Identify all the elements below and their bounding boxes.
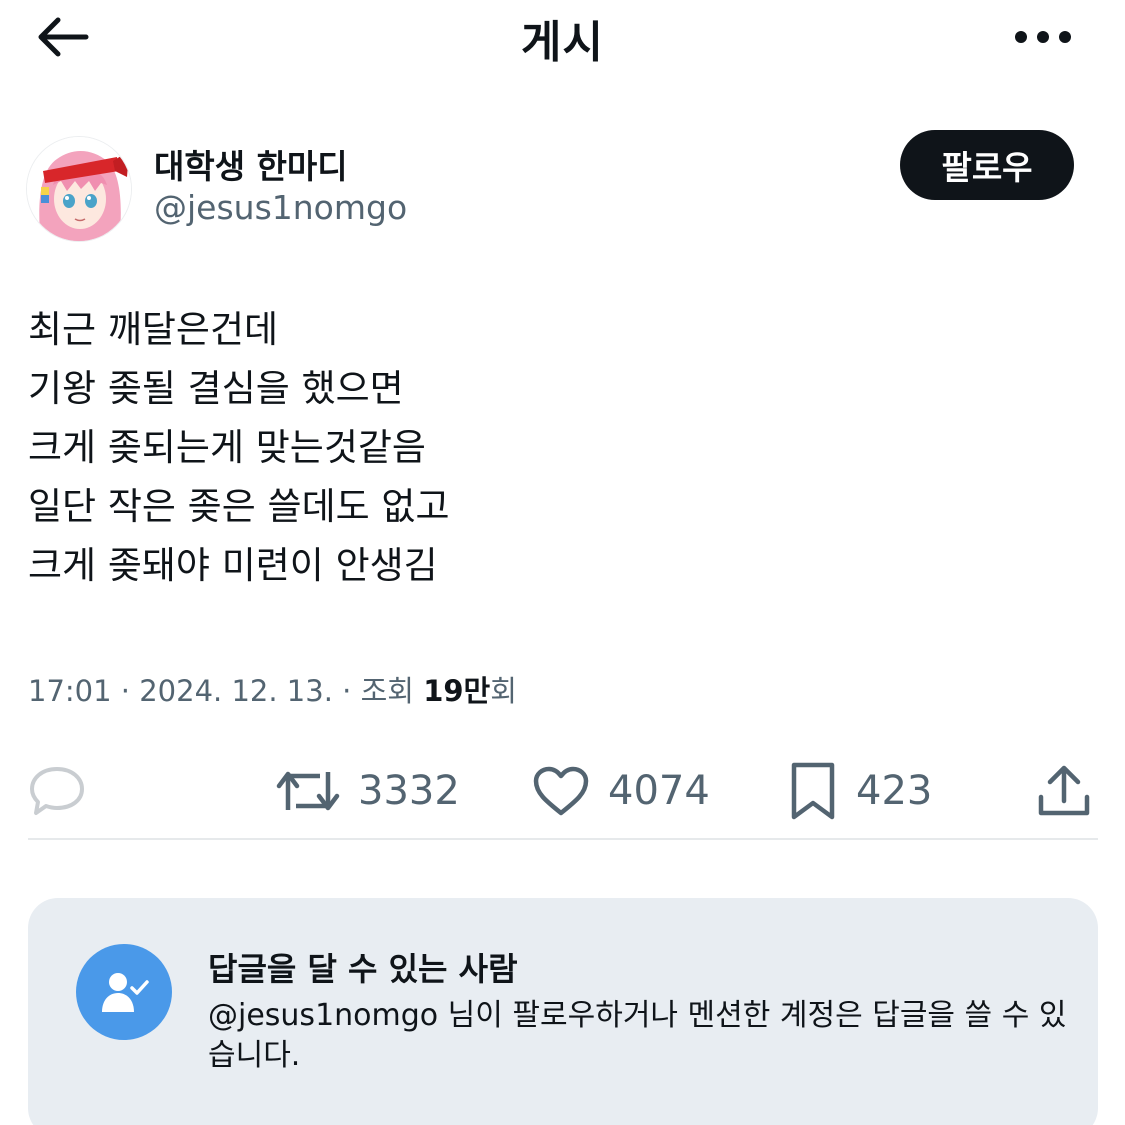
- post-text-line: 크게 좆되는게 맞는것같음: [28, 426, 426, 469]
- reply-permission-badge: [76, 944, 172, 1040]
- reply-restriction-description: @jesus1nomgo 님이 팔로우하거나 멘션한 계정은 답글을 쓸 수 있…: [208, 998, 1067, 1073]
- repost-button[interactable]: 3332: [276, 750, 460, 832]
- bookmark-icon: [791, 762, 835, 820]
- reply-button[interactable]: [28, 750, 86, 832]
- action-bar: 3332 4074 423: [0, 750, 1125, 832]
- share-icon: [1038, 765, 1090, 816]
- views-label: 조회: [360, 674, 424, 708]
- post-date[interactable]: 2024. 12. 13.: [139, 674, 333, 708]
- like-button[interactable]: 4074: [532, 750, 710, 832]
- meta-separator: ·: [332, 674, 361, 708]
- avatar[interactable]: [26, 136, 132, 242]
- anime-avatar-image: [27, 137, 131, 241]
- meta-separator: ·: [111, 674, 140, 708]
- post-detail-screen: 게시 대학생 한마디 @jesus1nomgo 팔로우 최근 깨달은건데 기왕 …: [0, 0, 1125, 1125]
- display-name[interactable]: 대학생 한마디: [154, 140, 348, 188]
- user-check-icon: [102, 973, 149, 1012]
- share-button[interactable]: [1036, 750, 1092, 832]
- post-text-line: 기왕 좆될 결심을 했으면: [28, 367, 404, 410]
- post-time[interactable]: 17:01: [28, 674, 112, 708]
- reply-restriction-card: 답글을 달 수 있는 사람 @jesus1nomgo 님이 팔로우하거나 멘션한…: [28, 898, 1098, 1125]
- heart-icon: [533, 766, 589, 816]
- follow-button[interactable]: 팔로우: [900, 130, 1074, 200]
- user-handle[interactable]: @jesus1nomgo: [154, 188, 407, 227]
- bookmark-count: 423: [856, 768, 933, 814]
- reply-restriction-title: 답글을 달 수 있는 사람: [208, 950, 518, 988]
- reply-bubble-icon: [30, 767, 84, 815]
- like-count: 4074: [608, 768, 710, 814]
- bookmark-button[interactable]: 423: [788, 750, 932, 832]
- views-count[interactable]: 19만: [423, 674, 490, 708]
- post-meta: 17:01 · 2024. 12. 13. · 조회 19만회: [28, 668, 517, 710]
- post-text-line: 크게 좆돼야 미련이 안생김: [28, 544, 438, 587]
- divider: [28, 838, 1098, 840]
- page-title: 게시: [521, 17, 604, 68]
- more-options-button[interactable]: [1008, 14, 1078, 60]
- more-horizontal-icon: [1015, 31, 1071, 43]
- views-suffix: 회: [490, 674, 517, 708]
- repost-icon: [276, 771, 340, 811]
- top-bar: 게시: [0, 0, 1125, 80]
- repost-count: 3332: [358, 768, 460, 814]
- post-text-line: 최근 깨달은건데: [28, 308, 279, 351]
- post-text: 최근 깨달은건데 기왕 좆될 결심을 했으면 크게 좆되는게 맞는것같음 일단 …: [28, 300, 1088, 595]
- post-text-line: 일단 작은 좆은 쓸데도 없고: [28, 485, 450, 528]
